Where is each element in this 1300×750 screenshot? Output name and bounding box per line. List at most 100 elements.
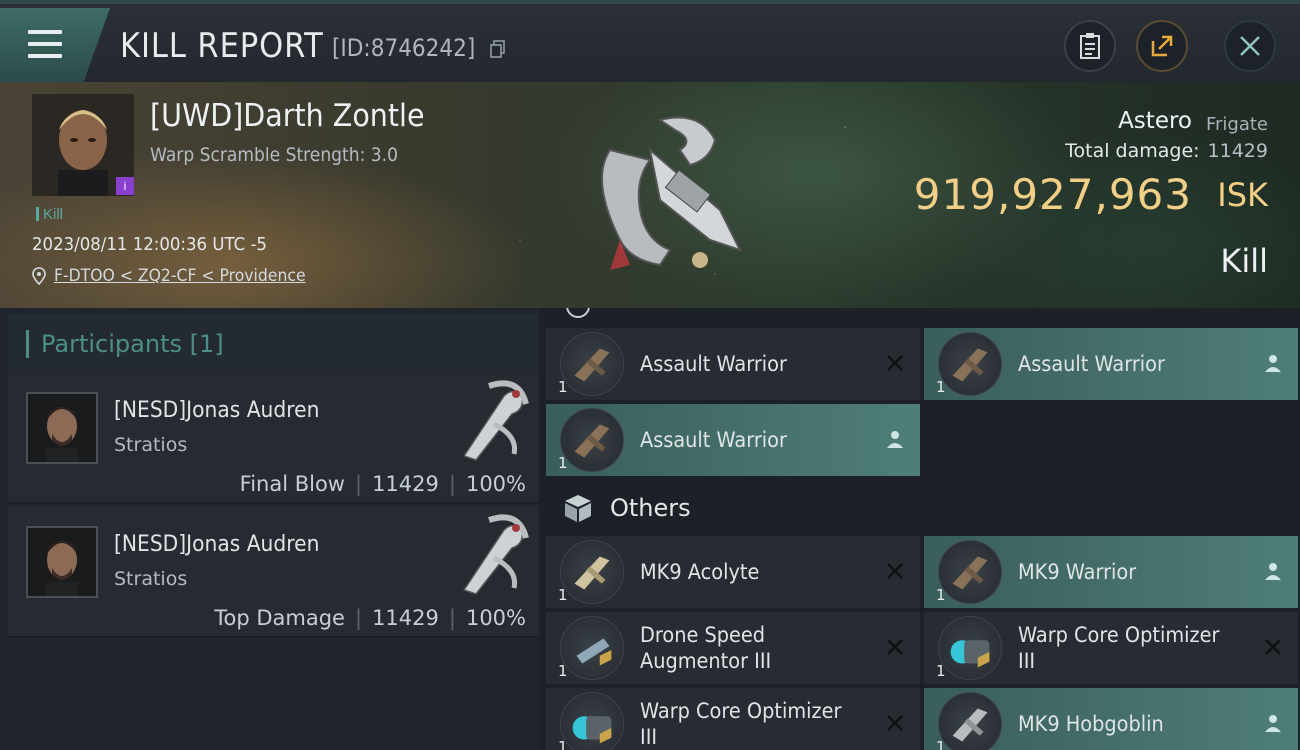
item-row[interactable]: 1 Assault Warrior [924, 328, 1298, 400]
participant-damage: 11429 [372, 472, 439, 496]
item-row[interactable]: 1 Drone Speed Augmentor III [546, 612, 920, 684]
participants-panel: Participants [1] [NESD]Jonas Audren Stra… [0, 308, 540, 750]
copy-icon[interactable] [490, 40, 506, 58]
victim-name[interactable]: [UWD]Darth Zontle [150, 98, 425, 134]
participant-ship-image [462, 514, 529, 595]
item-row[interactable]: 1 MK9 Acolyte [546, 536, 920, 608]
kill-location[interactable]: F-DTOO < ZQ2-CF < Providence [32, 266, 327, 286]
separator: | [354, 606, 363, 630]
victim-ship-image [601, 116, 742, 270]
item-row[interactable]: 1 Warp Core Optimizer III [924, 612, 1298, 684]
item-quantity: 1 [558, 586, 568, 604]
dropped-person-icon [887, 431, 903, 448]
separator: | [448, 606, 456, 630]
destroyed-icon [887, 715, 903, 731]
warp-scramble-strength: Warp Scramble Strength: 3.0 [150, 144, 398, 166]
drone-icon [560, 540, 624, 604]
top-bar: KILL REPORT [ID:8746242] [0, 0, 1300, 82]
item-row[interactable]: 1 Assault Warrior [546, 328, 920, 400]
participant-role: Top Damage [214, 606, 345, 630]
total-damage-value: 11429 [1207, 140, 1268, 162]
dropped-person-icon [1265, 355, 1281, 372]
item-name: MK9 Warrior [1018, 560, 1137, 584]
dropped-person-icon [1265, 563, 1281, 580]
destroyed-icon [887, 639, 903, 655]
item-quantity: 1 [558, 662, 568, 680]
participants-label: Participants [1] [26, 330, 224, 358]
menu-icon [28, 30, 62, 66]
isk-unit: ISK [1217, 176, 1268, 214]
participant-ship-image [462, 380, 529, 461]
drones-section-icon [566, 308, 590, 318]
module-icon [560, 616, 624, 680]
report-id: [ID:8746242] [332, 34, 476, 62]
drone-icon [938, 540, 1002, 604]
kill-result: Kill [1220, 242, 1268, 280]
item-row[interactable]: 1 Warp Core Optimizer III [546, 688, 920, 750]
participant-stats: Final Blow | 11429 | 100% [240, 472, 526, 496]
participant-ship: Stratios [114, 568, 188, 590]
destroyed-icon [1265, 639, 1281, 655]
items-panel: 1 Assault Warrior 1 Assault Warrior 1 As… [540, 308, 1300, 750]
corp-badge-icon: i [116, 177, 134, 195]
cube-icon [565, 495, 591, 522]
others-header: Others [562, 492, 691, 524]
clipboard-icon [1080, 33, 1100, 59]
separator: | [354, 472, 363, 496]
item-name: Assault Warrior [640, 428, 787, 452]
victim-summary: i [UWD]Darth Zontle Warp Scramble Streng… [0, 82, 1300, 308]
participant-avatar[interactable] [26, 392, 98, 464]
participant-stats: Top Damage | 11429 | 100% [214, 606, 526, 630]
item-quantity: 1 [936, 586, 946, 604]
module-icon [938, 616, 1002, 680]
participant-card[interactable]: [NESD]Jonas Audren Stratios Final Blow |… [8, 372, 538, 504]
victim-ship-class: Frigate [1205, 114, 1268, 135]
dropped-person-icon [1265, 715, 1281, 732]
item-quantity: 1 [558, 378, 568, 396]
drone-icon [560, 408, 624, 472]
item-name: Warp Core Optimizer III [1018, 623, 1220, 673]
victim-ship-name[interactable]: Astero [1118, 108, 1192, 134]
destroyed-icon [887, 355, 903, 371]
participants-header: Participants [1] [8, 314, 538, 372]
clipboard-button[interactable] [1064, 20, 1116, 72]
item-quantity: 1 [558, 454, 568, 472]
item-quantity: 1 [936, 662, 946, 680]
location-link[interactable]: F-DTOO < ZQ2-CF < Providence [54, 266, 306, 286]
menu-button[interactable] [0, 8, 110, 82]
separator: | [448, 472, 456, 496]
participant-percent: 100% [465, 472, 526, 496]
item-name: Assault Warrior [1018, 352, 1165, 376]
others-label: Others [610, 494, 691, 522]
item-name: Warp Core Optimizer III [640, 699, 842, 749]
item-name: Drone Speed Augmentor III [640, 623, 772, 673]
isk-value: 919,927,963 [913, 170, 1192, 219]
drone-icon [938, 692, 1002, 750]
module-icon [560, 692, 624, 750]
close-icon [1240, 36, 1260, 56]
participant-damage: 11429 [372, 606, 439, 630]
page-title: KILL REPORT [120, 26, 324, 66]
item-name: Assault Warrior [640, 352, 787, 376]
destroyed-icon [887, 563, 903, 579]
total-damage-label: Total damage: [1065, 140, 1200, 162]
participant-role: Final Blow [239, 472, 345, 496]
share-button[interactable] [1136, 20, 1188, 72]
participant-name[interactable]: [NESD]Jonas Audren [114, 398, 319, 423]
drone-icon [560, 332, 624, 396]
participant-card[interactable]: [NESD]Jonas Audren Stratios Top Damage |… [8, 506, 538, 638]
total-damage: Total damage: 11429 [1065, 140, 1268, 162]
kill-datetime: 2023/08/11 12:00:36 UTC -5 [32, 234, 267, 255]
item-row[interactable]: 1 MK9 Warrior [924, 536, 1298, 608]
item-row[interactable]: 1 MK9 Hobgoblin [924, 688, 1298, 750]
item-name: MK9 Acolyte [640, 560, 760, 584]
location-pin-icon [32, 267, 46, 285]
participant-avatar[interactable] [26, 526, 98, 598]
drone-icon [938, 332, 1002, 396]
item-row[interactable]: 1 Assault Warrior [546, 404, 920, 476]
item-quantity: 1 [936, 738, 946, 750]
share-icon [1151, 35, 1173, 57]
close-button[interactable] [1224, 20, 1276, 72]
item-quantity: 1 [558, 738, 568, 750]
participant-name[interactable]: [NESD]Jonas Audren [114, 532, 319, 557]
